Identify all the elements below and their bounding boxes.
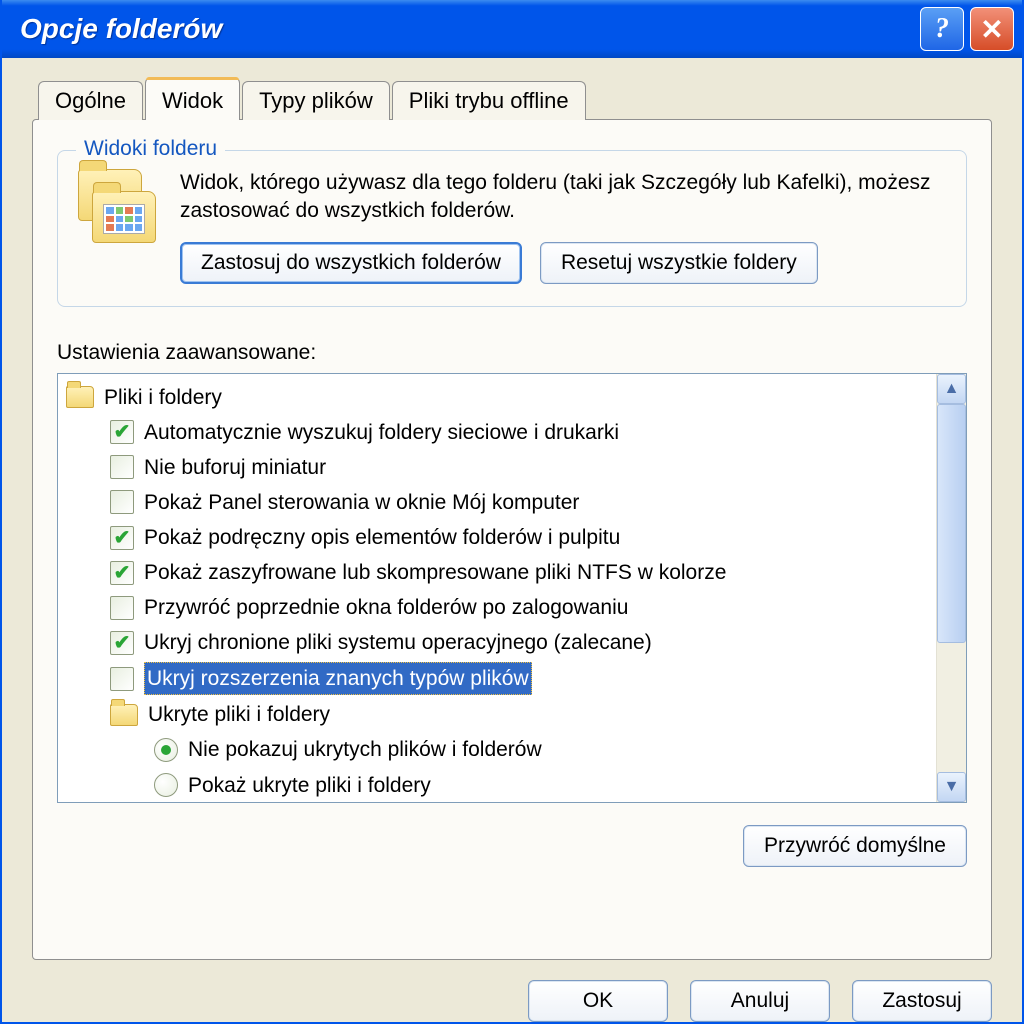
scroll-track[interactable] bbox=[937, 404, 966, 772]
category-files-and-folders: Pliki i foldery bbox=[66, 380, 932, 415]
setting-show-ntfs-color[interactable]: Pokaż zaszyfrowane lub skompresowane pli… bbox=[66, 555, 932, 590]
dialog-buttons: OK Anuluj Zastosuj bbox=[2, 970, 1022, 1022]
setting-no-cache-thumbnails[interactable]: Nie buforuj miniatur bbox=[66, 450, 932, 485]
checkbox[interactable] bbox=[110, 667, 134, 691]
scroll-down-button[interactable]: ▼ bbox=[937, 772, 966, 802]
tab-offline[interactable]: Pliki trybu offline bbox=[392, 81, 586, 120]
restore-defaults-button[interactable]: Przywróć domyślne bbox=[743, 825, 967, 867]
checkbox[interactable] bbox=[110, 490, 134, 514]
radio[interactable] bbox=[154, 738, 178, 762]
tab-panel-view: Widoki folderu Widok, którego używasz dl… bbox=[32, 119, 992, 960]
folder-views-group: Widoki folderu Widok, którego używasz dl… bbox=[57, 150, 967, 307]
apply-to-all-folders-button[interactable]: Zastosuj do wszystkich folderów bbox=[180, 242, 522, 284]
tab-strip: Ogólne Widok Typy plików Pliki trybu off… bbox=[38, 80, 992, 119]
scroll-thumb[interactable] bbox=[937, 404, 966, 643]
checkbox[interactable] bbox=[110, 631, 134, 655]
titlebar: Opcje folderów ? ✕ bbox=[2, 0, 1022, 58]
setting-restore-folder-windows[interactable]: Przywróć poprzednie okna folderów po zal… bbox=[66, 590, 932, 625]
tab-general[interactable]: Ogólne bbox=[38, 81, 143, 120]
checkbox[interactable] bbox=[110, 596, 134, 620]
checkbox[interactable] bbox=[110, 526, 134, 550]
folder-options-dialog: Opcje folderów ? ✕ Ogólne Widok Typy pli… bbox=[0, 0, 1024, 1024]
reset-all-folders-button[interactable]: Resetuj wszystkie foldery bbox=[540, 242, 818, 284]
folder-icon bbox=[110, 704, 138, 726]
radio-do-not-show-hidden[interactable]: Nie pokazuj ukrytych plików i folderów bbox=[66, 732, 932, 767]
folder-views-icon bbox=[78, 169, 156, 247]
tab-filetypes[interactable]: Typy plików bbox=[242, 81, 390, 120]
category-hidden-files-folders: Ukryte pliki i foldery bbox=[66, 697, 932, 732]
checkbox[interactable] bbox=[110, 561, 134, 585]
scroll-up-button[interactable]: ▲ bbox=[937, 374, 966, 404]
setting-auto-search-network[interactable]: Automatycznie wyszukuj foldery sieciowe … bbox=[66, 415, 932, 450]
help-button[interactable]: ? bbox=[920, 7, 964, 51]
apply-button[interactable]: Zastosuj bbox=[852, 980, 992, 1022]
close-icon: ✕ bbox=[980, 13, 1003, 46]
checkbox[interactable] bbox=[110, 455, 134, 479]
client-area: Ogólne Widok Typy plików Pliki trybu off… bbox=[2, 58, 1022, 970]
treeview-content[interactable]: Pliki i foldery Automatycznie wyszukuj f… bbox=[58, 374, 936, 802]
radio-show-hidden[interactable]: Pokaż ukryte pliki i foldery bbox=[66, 768, 932, 802]
advanced-settings-tree: Pliki i foldery Automatycznie wyszukuj f… bbox=[57, 373, 967, 803]
setting-show-popup-descriptions[interactable]: Pokaż podręczny opis elementów folderów … bbox=[66, 520, 932, 555]
tab-view[interactable]: Widok bbox=[145, 77, 240, 120]
setting-hide-known-extensions[interactable]: Ukryj rozszerzenia znanych typów plików bbox=[66, 660, 932, 697]
setting-show-control-panel[interactable]: Pokaż Panel sterowania w oknie Mój kompu… bbox=[66, 485, 932, 520]
chevron-up-icon: ▲ bbox=[944, 380, 960, 398]
close-button[interactable]: ✕ bbox=[970, 7, 1014, 51]
checkbox[interactable] bbox=[110, 420, 134, 444]
radio[interactable] bbox=[154, 773, 178, 797]
cancel-button[interactable]: Anuluj bbox=[690, 980, 830, 1022]
folder-icon bbox=[66, 386, 94, 408]
window-title: Opcje folderów bbox=[20, 13, 914, 45]
ok-button[interactable]: OK bbox=[528, 980, 668, 1022]
folder-views-title: Widoki folderu bbox=[76, 137, 225, 161]
scrollbar-vertical[interactable]: ▲ ▼ bbox=[936, 374, 966, 802]
advanced-settings-label: Ustawienia zaawansowane: bbox=[57, 341, 967, 365]
chevron-down-icon: ▼ bbox=[944, 778, 960, 796]
setting-hide-protected-os-files[interactable]: Ukryj chronione pliki systemu operacyjne… bbox=[66, 625, 932, 660]
folder-views-description: Widok, którego używasz dla tego folderu … bbox=[180, 169, 946, 284]
